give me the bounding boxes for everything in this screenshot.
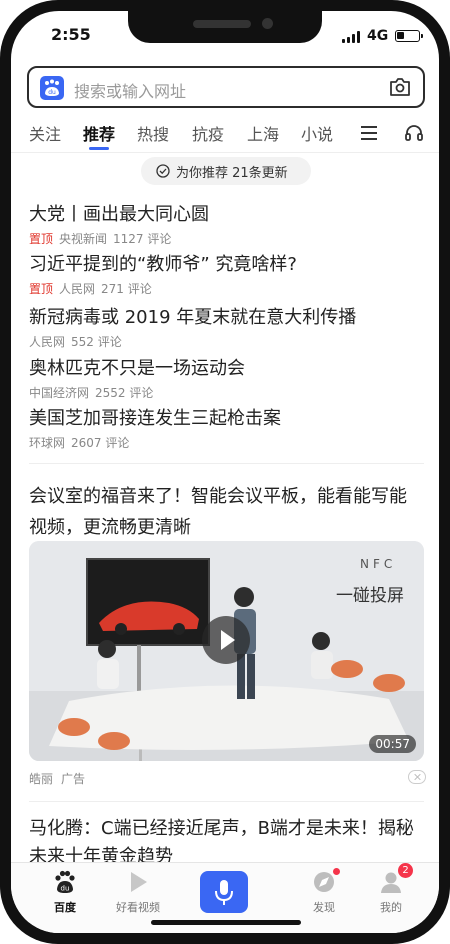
notification-badge: 2 bbox=[398, 863, 413, 878]
close-ad-icon[interactable] bbox=[408, 770, 426, 784]
news-source: 央视新闻 bbox=[59, 232, 108, 246]
news-item[interactable]: 大党丨画出最大同心圆 置顶 央视新闻 1127 评论 bbox=[29, 200, 424, 247]
channel-tabs: 关注 推荐 热搜 抗疫 上海 小说 bbox=[11, 115, 439, 153]
news-meta: 中国经济网 2552 评论 bbox=[29, 384, 424, 401]
news-meta: 环球网 2607 评论 bbox=[29, 434, 424, 451]
microphone-icon bbox=[215, 880, 233, 905]
news-title: 美国芝加哥接连发生三起枪击案 bbox=[29, 408, 281, 429]
nav-discover[interactable]: 发现 bbox=[292, 868, 356, 915]
news-meta: 置顶 央视新闻 1127 评论 bbox=[29, 230, 424, 247]
ad-overlay-title: 一碰投屏 bbox=[336, 586, 404, 606]
pinned-label: 置顶 bbox=[29, 232, 54, 246]
news-source: 环球网 bbox=[29, 436, 66, 450]
news-comments: 1127 评论 bbox=[113, 232, 172, 246]
news-item[interactable]: 奥林匹克不只是一场运动会 中国经济网 2552 评论 bbox=[29, 354, 424, 401]
menu-icon[interactable] bbox=[361, 126, 377, 140]
news-source: 人民网 bbox=[29, 335, 66, 349]
nav-label: 好看视频 bbox=[116, 901, 160, 914]
headset-icon[interactable] bbox=[404, 123, 424, 143]
tab-recommend[interactable]: 推荐 bbox=[83, 121, 115, 145]
news-comments: 552 评论 bbox=[71, 335, 122, 349]
nav-label: 发现 bbox=[313, 901, 335, 914]
notification-dot bbox=[333, 868, 340, 875]
divider bbox=[29, 801, 424, 802]
news-item[interactable]: 美国芝加哥接连发生三起枪击案 环球网 2607 评论 bbox=[29, 404, 424, 451]
nav-video[interactable]: 好看视频 bbox=[106, 869, 170, 915]
pinned-label: 置顶 bbox=[29, 282, 54, 296]
news-title: 奥林匹克不只是一场运动会 bbox=[29, 358, 245, 379]
search-placeholder: 搜索或输入网址 bbox=[74, 82, 187, 101]
news-title: 大党丨画出最大同心圆 bbox=[29, 204, 209, 225]
ad-title[interactable]: 会议室的福音来了！智能会议平板，能看能写能视频，更流畅更清晰 bbox=[29, 481, 424, 543]
voice-search-button[interactable] bbox=[200, 871, 248, 913]
play-button[interactable] bbox=[202, 616, 250, 664]
ad-video[interactable]: NFC 一碰投屏 00:57 bbox=[29, 541, 424, 761]
active-tab-indicator bbox=[89, 147, 109, 150]
news-item[interactable]: 习近平提到的“教师爷” 究竟啥样? 置顶 人民网 271 评论 bbox=[29, 250, 424, 297]
nav-home[interactable]: du 百度 bbox=[33, 869, 97, 915]
svg-text:du: du bbox=[61, 885, 70, 893]
nav-label: 百度 bbox=[54, 901, 76, 914]
status-time: 2:55 bbox=[51, 25, 91, 44]
ad-overlay-label: NFC bbox=[360, 557, 397, 571]
speaker bbox=[193, 20, 251, 28]
battery-icon bbox=[395, 30, 423, 42]
news-title: 新冠病毒或 2019 年夏末就在意大利传播 bbox=[29, 307, 357, 328]
divider bbox=[29, 463, 424, 464]
ad-meta: 皓丽 广告 bbox=[29, 770, 93, 787]
news-source: 中国经济网 bbox=[29, 386, 90, 400]
tab-novel[interactable]: 小说 bbox=[301, 121, 333, 145]
nav-profile[interactable]: 2 我的 bbox=[359, 863, 423, 915]
search-input[interactable]: du 搜索或输入网址 bbox=[27, 66, 425, 108]
play-video-icon bbox=[131, 872, 147, 892]
check-circle-icon bbox=[156, 164, 170, 178]
screen: 2:55 4G du 搜索或输入网址 关注 推荐 热搜 抗疫 上海 小说 为你推… bbox=[11, 11, 439, 933]
tab-shanghai[interactable]: 上海 bbox=[247, 121, 279, 145]
tab-anti-epidemic[interactable]: 抗疫 bbox=[192, 121, 224, 145]
video-duration: 00:57 bbox=[369, 735, 416, 753]
update-notice-text: 为你推荐 21条更新 bbox=[176, 166, 288, 181]
news-title: 习近平提到的“教师爷” 究竟啥样? bbox=[29, 254, 297, 275]
home-indicator bbox=[151, 920, 301, 925]
news-source: 人民网 bbox=[59, 282, 96, 296]
news-meta: 置顶 人民网 271 评论 bbox=[29, 280, 424, 297]
notch bbox=[128, 11, 322, 43]
camera-icon[interactable] bbox=[389, 77, 411, 97]
baidu-paw-icon: du bbox=[40, 76, 64, 100]
tab-follow[interactable]: 关注 bbox=[29, 121, 61, 145]
svg-text:du: du bbox=[48, 89, 56, 96]
baidu-paw-icon: du bbox=[55, 870, 75, 893]
ad-brand: 皓丽 bbox=[29, 772, 54, 786]
phone-frame: 2:55 4G du 搜索或输入网址 关注 推荐 热搜 抗疫 上海 小说 为你推… bbox=[0, 0, 450, 944]
nav-label: 我的 bbox=[380, 901, 402, 914]
update-notice[interactable]: 为你推荐 21条更新 bbox=[141, 157, 311, 185]
news-meta: 人民网 552 评论 bbox=[29, 333, 424, 350]
front-camera bbox=[262, 18, 273, 29]
ad-tag: 广告 bbox=[61, 772, 86, 786]
news-item[interactable]: 新冠病毒或 2019 年夏末就在意大利传播 人民网 552 评论 bbox=[29, 303, 424, 350]
news-comments: 2607 评论 bbox=[71, 436, 130, 450]
news-comments: 2552 评论 bbox=[95, 386, 154, 400]
signal-icon bbox=[342, 31, 362, 43]
network-label: 4G bbox=[367, 28, 389, 44]
tab-hot-search[interactable]: 热搜 bbox=[137, 121, 169, 145]
news-comments: 271 评论 bbox=[101, 282, 152, 296]
